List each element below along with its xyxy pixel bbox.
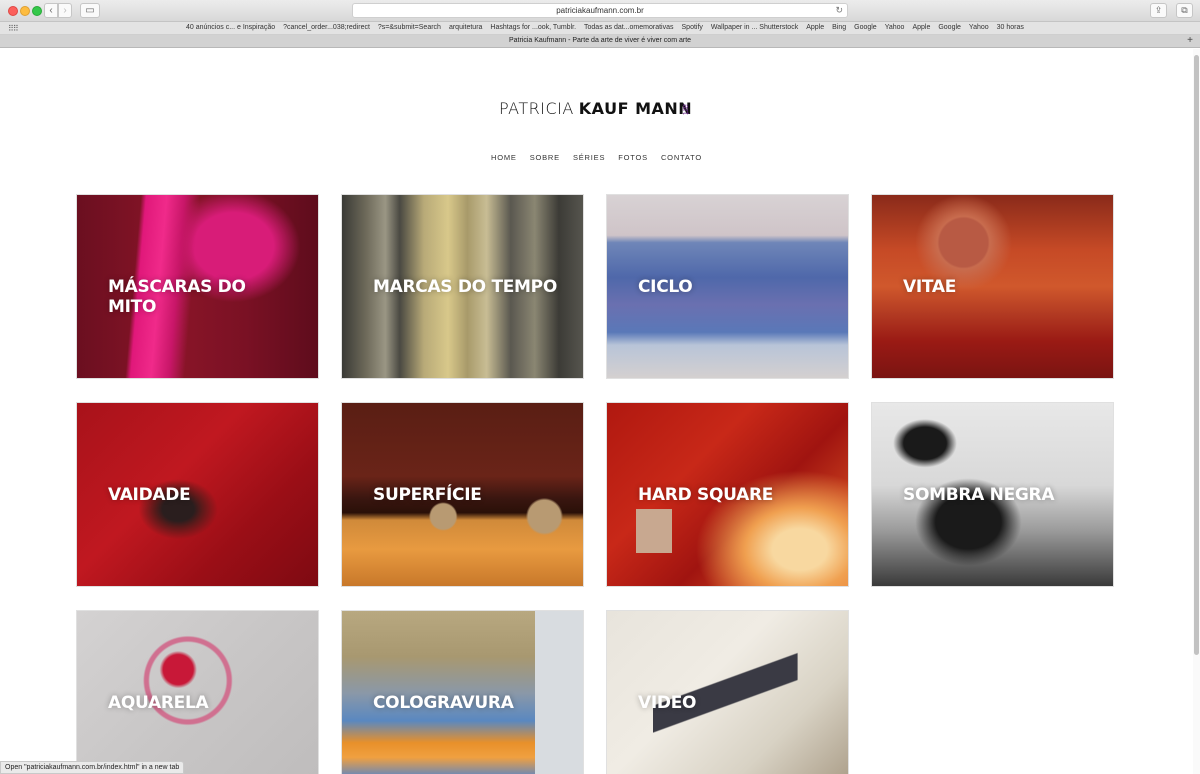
back-button[interactable]: ‹ (44, 3, 58, 18)
logo-first-name: PATRICIA (499, 99, 574, 118)
status-bar: Open "patriciakaufmann.com.br/index.html… (0, 761, 185, 774)
series-title: HARD SQUARE (638, 485, 774, 505)
nav-fotos[interactable]: FOTOS (618, 153, 648, 162)
bookmark-item[interactable]: ?s=&submit=Search (378, 24, 441, 31)
series-tile-superficie[interactable]: SUPERFÍCIE (341, 402, 584, 587)
minimize-window-icon[interactable] (20, 6, 30, 16)
active-tab-title[interactable]: Patricia Kaufmann - Parte da arte de viv… (509, 37, 691, 44)
bookmark-item[interactable]: Yahoo (885, 24, 905, 31)
series-tile-vitae[interactable]: VITAE (871, 194, 1114, 379)
close-window-icon[interactable] (8, 6, 18, 16)
bookmark-item[interactable]: Apple (806, 24, 824, 31)
new-tab-icon[interactable]: + (1184, 35, 1196, 47)
bookmark-item[interactable]: Yahoo (969, 24, 989, 31)
maximize-window-icon[interactable] (32, 6, 42, 16)
reload-icon[interactable]: ↻ (835, 4, 843, 17)
nav-contato[interactable]: CONTATO (661, 153, 702, 162)
bookmark-item[interactable]: Spotify (682, 24, 703, 31)
series-title: MARCAS DO TEMPO (373, 277, 557, 297)
series-title: MÁSCARAS DO MITO (108, 277, 246, 317)
web-page: PATRICIA KAUF MANN art HOME SOBRE SÉRIES… (0, 49, 1193, 774)
series-tile-marcas-do-tempo[interactable]: MARCAS DO TEMPO (341, 194, 584, 379)
nav-series[interactable]: SÉRIES (573, 153, 605, 162)
series-tile-ciclo[interactable]: CICLO (606, 194, 849, 379)
bookmark-item[interactable]: 40 anúncios c... e Inspiração (186, 24, 275, 31)
bookmark-item[interactable]: arquitetura (449, 24, 482, 31)
main-nav: HOME SOBRE SÉRIES FOTOS CONTATO (0, 153, 1193, 162)
series-title: VIDEO (638, 693, 697, 713)
series-title: VITAE (903, 277, 957, 297)
bookmark-item[interactable]: Apple (912, 24, 930, 31)
series-tile-hard-square[interactable]: HARD SQUARE (606, 402, 849, 587)
show-tabs-icon[interactable]: ⧉ (1176, 3, 1193, 18)
bookmark-list: 40 anúncios c... e Inspiração ?cancel_or… (186, 24, 1024, 31)
series-title: COLOGRAVURA (373, 693, 514, 713)
bookmark-item[interactable]: ?cancel_order...038;redirect (283, 24, 370, 31)
sidebar-toggle-icon[interactable]: ▭ (80, 3, 100, 18)
bookmark-item[interactable]: Wallpaper in ... Shutterstock (711, 24, 798, 31)
series-title: AQUARELA (108, 693, 209, 713)
series-title: CICLO (638, 277, 693, 297)
bookmarks-bar: ⠿⠿ 40 anúncios c... e Inspiração ?cancel… (0, 22, 1200, 35)
tab-bar: Patricia Kaufmann - Parte da arte de viv… (0, 35, 1200, 48)
series-tile-sombra-negra[interactable]: SOMBRA NEGRA (871, 402, 1114, 587)
browser-toolbar: ‹ › ▭ patriciakaufmann.com.br ↻ ⇪ ⧉ (0, 0, 1200, 22)
page-scrollbar[interactable] (1193, 49, 1200, 774)
series-title: SUPERFÍCIE (373, 485, 482, 505)
logo-last-name: KAUF MANN (578, 99, 693, 118)
series-title: VAIDADE (108, 485, 191, 505)
bookmark-item[interactable]: Bing (832, 24, 846, 31)
bookmark-item[interactable]: 30 horas (997, 24, 1024, 31)
address-bar[interactable]: patriciakaufmann.com.br ↻ (352, 3, 848, 18)
url-text: patriciakaufmann.com.br (556, 6, 644, 15)
bookmark-item[interactable]: Hashtags for ...ook, Tumblr. (490, 24, 576, 31)
apps-grid-icon[interactable]: ⠿⠿ (8, 24, 19, 33)
site-logo[interactable]: PATRICIA KAUF MANN art (499, 94, 692, 118)
series-tile-aquarela[interactable]: AQUARELA (76, 610, 319, 774)
series-tile-vaidade[interactable]: VAIDADE (76, 402, 319, 587)
logo-tag: art (681, 104, 691, 115)
nav-sobre[interactable]: SOBRE (530, 153, 560, 162)
bookmark-item[interactable]: Google (854, 24, 877, 31)
bookmark-item[interactable]: Todas as dat...omemorativas (584, 24, 674, 31)
series-tile-video[interactable]: VIDEO (606, 610, 849, 774)
nav-home[interactable]: HOME (491, 153, 517, 162)
scrollbar-thumb[interactable] (1194, 55, 1199, 655)
series-tile-mascaras-do-mito[interactable]: MÁSCARAS DO MITO (76, 194, 319, 379)
series-tile-colagravura[interactable]: COLOGRAVURA (341, 610, 584, 774)
share-icon[interactable]: ⇪ (1150, 3, 1167, 18)
forward-button[interactable]: › (58, 3, 72, 18)
series-title: SOMBRA NEGRA (903, 485, 1055, 505)
bookmark-item[interactable]: Google (938, 24, 961, 31)
